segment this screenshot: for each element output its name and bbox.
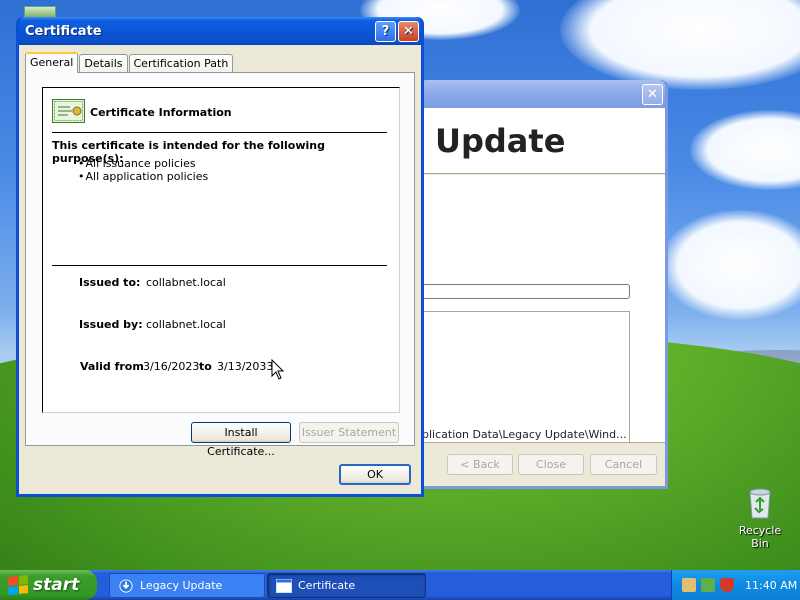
taskbar-item-certificate[interactable]: Certificate xyxy=(267,573,426,598)
purpose-list: All issuance policies All application po… xyxy=(78,157,209,183)
start-button[interactable]: start xyxy=(0,570,97,600)
close-button[interactable]: Close xyxy=(518,454,584,475)
issued-by-value[interactable]: collabnet.local xyxy=(146,318,226,331)
cloud xyxy=(660,210,800,320)
divider xyxy=(52,265,387,266)
taskbar: start Legacy Update Certificate 11:40 AM xyxy=(0,570,800,600)
legacy-update-client: Update plication Data\Legacy Update\Wind… xyxy=(421,108,665,486)
general-tab-panel: Certificate Information This certificate… xyxy=(25,72,415,458)
legacy-update-window[interactable]: ✕ Update plication Data\Legacy Update\Wi… xyxy=(418,80,668,489)
purpose-item: All issuance policies xyxy=(78,157,208,170)
mouse-cursor-icon xyxy=(271,359,285,380)
system-tray: 11:40 AM xyxy=(671,570,800,600)
issued-to-label: Issued to: xyxy=(79,276,141,289)
certificate-info-box: Certificate Information This certificate… xyxy=(42,87,400,413)
legacy-update-titlebar[interactable]: ✕ xyxy=(421,80,665,108)
cloud xyxy=(690,110,800,190)
valid-from-label: Valid from xyxy=(80,360,144,373)
close-icon[interactable]: ✕ xyxy=(642,83,663,105)
progress-bar xyxy=(421,284,630,299)
tab-strip: General Details Certification Path xyxy=(25,52,234,73)
valid-from-value[interactable]: 3/16/2023 xyxy=(143,360,199,373)
clock[interactable]: 11:40 AM xyxy=(745,579,797,592)
ok-button[interactable]: OK xyxy=(339,464,411,485)
taskbar-item-label: Legacy Update xyxy=(140,579,223,592)
certificate-icon xyxy=(52,99,85,123)
desktop-icon-recycle-bin[interactable]: Recycle Bin xyxy=(730,486,790,550)
windows-logo-icon xyxy=(8,574,28,596)
valid-to-value[interactable]: 3/13/2033 xyxy=(217,360,273,373)
certificate-window[interactable]: Certificate ? ✕ General Details Certific… xyxy=(16,17,424,497)
certificate-info-heading: Certificate Information xyxy=(90,106,232,119)
tab-details[interactable]: Details xyxy=(79,54,128,72)
valid-to-label: to xyxy=(199,360,212,373)
install-certificate-button[interactable]: Install Certificate... xyxy=(191,422,291,458)
recycle-bin-label: Recycle Bin xyxy=(738,524,782,550)
divider xyxy=(52,132,387,133)
tab-certification-path[interactable]: Certification Path xyxy=(128,54,234,72)
issued-to-value[interactable]: collabnet.local xyxy=(146,276,226,289)
wizard-button-bar: < Back Close Cancel xyxy=(421,442,665,484)
cancel-button[interactable]: Cancel xyxy=(590,454,657,475)
update-icon[interactable] xyxy=(701,578,715,592)
help-icon[interactable]: ? xyxy=(375,20,396,42)
close-icon[interactable]: ✕ xyxy=(398,20,419,42)
cloud xyxy=(560,0,800,90)
log-box[interactable]: plication Data\Legacy Update\Wind... xyxy=(421,311,630,449)
window-title: Certificate xyxy=(25,23,102,39)
wizard-header: Update xyxy=(421,108,665,174)
issued-by-label: Issued by: xyxy=(79,318,143,331)
security-shield-icon[interactable] xyxy=(720,578,734,592)
back-button[interactable]: < Back xyxy=(447,454,513,475)
taskbar-item-legacy-update[interactable]: Legacy Update xyxy=(109,573,265,598)
recycle-bin-icon xyxy=(749,488,771,519)
start-label: start xyxy=(33,575,80,595)
tab-general[interactable]: General xyxy=(25,52,79,73)
log-text: plication Data\Legacy Update\Wind... xyxy=(422,428,627,441)
certificate-client: General Details Certification Path Certi… xyxy=(19,45,421,494)
window-icon xyxy=(276,578,292,593)
wizard-panel: plication Data\Legacy Update\Wind... xyxy=(421,175,665,449)
certificate-titlebar[interactable]: Certificate ? ✕ xyxy=(19,17,421,45)
purpose-item: All application policies xyxy=(78,170,209,183)
taskbar-item-label: Certificate xyxy=(298,579,356,592)
network-icon[interactable] xyxy=(682,578,696,592)
issuer-statement-button[interactable]: Issuer Statement xyxy=(299,422,399,443)
legacy-update-icon xyxy=(119,578,133,593)
wizard-heading: Update xyxy=(435,122,566,160)
